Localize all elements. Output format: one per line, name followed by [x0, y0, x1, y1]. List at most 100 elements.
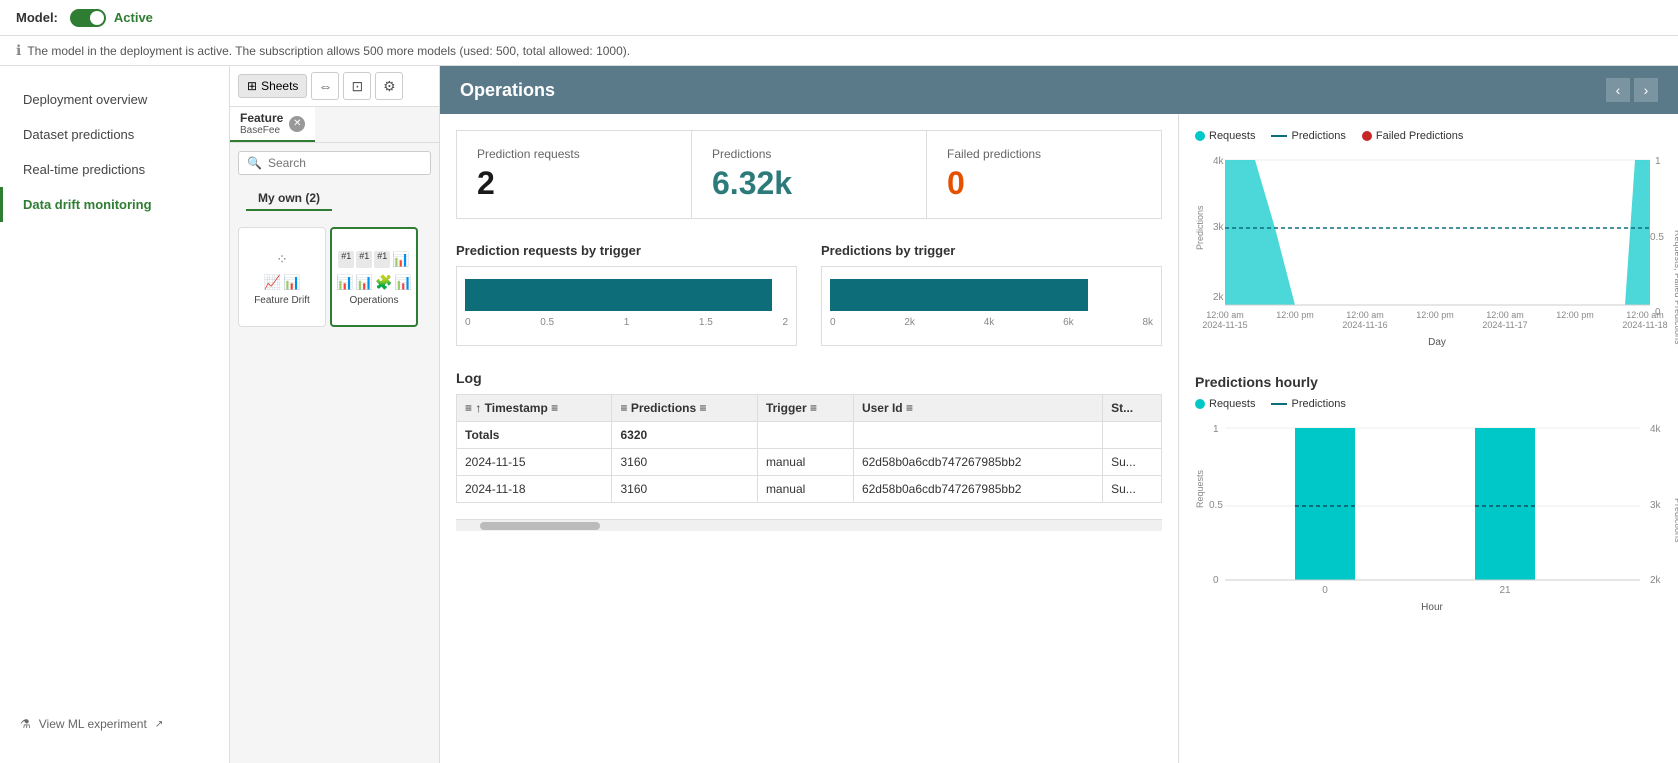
- settings-icon[interactable]: ⚙: [375, 72, 403, 100]
- sidebar-item-dataset-predictions[interactable]: Dataset predictions: [0, 117, 229, 152]
- time-series-svg-container: 4k 3k 2k 1 0.5 0 Predictions Requests, F…: [1195, 150, 1662, 350]
- svg-text:2024-11-15: 2024-11-15: [1202, 320, 1247, 330]
- predictions-hourly-chart: Predictions hourly Requests Predictions: [1195, 374, 1662, 628]
- row1-predictions: 3160: [612, 449, 757, 476]
- operations-title: Operations: [460, 80, 555, 101]
- info-bar: ℹ The model in the deployment is active.…: [0, 36, 1678, 66]
- requests-by-trigger-chart: 00.511.52: [456, 266, 797, 346]
- bar-icon-1: 📊: [392, 251, 409, 268]
- view-ml-experiment-link[interactable]: ⚗ View ML experiment ↗: [0, 701, 229, 747]
- requests-dot: [1195, 131, 1205, 141]
- predictions-line: [1271, 135, 1287, 137]
- feature-tab[interactable]: Feature BaseFee ✕: [230, 107, 315, 142]
- hourly-requests-dot: [1195, 399, 1205, 409]
- failed-predictions-label: Failed predictions: [947, 147, 1141, 161]
- model-label: Model:: [16, 10, 58, 25]
- sheets-toolbar: ⊞ Sheets ⇔ ⊡ ⚙: [230, 66, 439, 107]
- time-series-chart: Requests Predictions Failed Predictions: [1195, 130, 1662, 350]
- scroll-thumb[interactable]: [480, 522, 600, 530]
- requests-bar: [465, 279, 772, 311]
- svg-text:12:00 am: 12:00 am: [1626, 310, 1664, 320]
- svg-text:Requests: Requests: [1195, 469, 1205, 508]
- svg-text:0.5: 0.5: [1650, 232, 1664, 243]
- svg-text:Day: Day: [1428, 337, 1446, 348]
- sidebar-item-data-drift-monitoring[interactable]: Data drift monitoring: [0, 187, 229, 222]
- bar-icon-4: 📊: [394, 274, 411, 291]
- sidebar-item-deployment-overview[interactable]: Deployment overview: [0, 82, 229, 117]
- next-arrow[interactable]: ›: [1634, 78, 1658, 102]
- col-predictions[interactable]: ≡ Predictions ≡: [612, 395, 757, 422]
- row2-status: Su...: [1103, 476, 1162, 503]
- col-userid[interactable]: User Id ≡: [853, 395, 1102, 422]
- toggle-track[interactable]: [70, 9, 106, 27]
- hourly-requests-label: Requests: [1209, 398, 1255, 410]
- failed-dot: [1362, 131, 1372, 141]
- info-icon: ℹ: [16, 42, 21, 59]
- svg-text:0: 0: [1213, 575, 1219, 586]
- operations-left: Prediction requests 2 Predictions 6.32k …: [440, 114, 1178, 763]
- model-toggle[interactable]: [70, 9, 106, 27]
- failed-legend-label: Failed Predictions: [1376, 130, 1463, 142]
- svg-text:Predictions: Predictions: [1673, 498, 1678, 543]
- scatter-icon: ⁘: [276, 251, 288, 268]
- legend-requests: Requests: [1195, 130, 1255, 142]
- feature-tab-title: Feature: [240, 111, 283, 125]
- svg-text:2k: 2k: [1650, 575, 1662, 586]
- header-nav: ‹ ›: [1606, 78, 1658, 102]
- row2-userid: 62d58b0a6cdb747267985bb2: [853, 476, 1102, 503]
- search-input[interactable]: [268, 156, 422, 170]
- prev-arrow[interactable]: ‹: [1606, 78, 1630, 102]
- log-totals-row: Totals 6320: [457, 422, 1162, 449]
- sheets-panel: ⊞ Sheets ⇔ ⊡ ⚙ Feature BaseFee ✕ 🔍 My o: [230, 66, 440, 763]
- sidebar: Deployment overview Dataset predictions …: [0, 66, 230, 763]
- top-bar: Model: Active: [0, 0, 1678, 36]
- svg-text:12:00 am: 12:00 am: [1346, 310, 1384, 320]
- sidebar-item-realtime-predictions[interactable]: Real-time predictions: [0, 152, 229, 187]
- requests-axis: 00.511.52: [465, 315, 788, 330]
- operations-label: Operations: [346, 291, 403, 310]
- col-trigger[interactable]: Trigger ≡: [757, 395, 853, 422]
- failed-predictions-card: Failed predictions 0: [927, 131, 1161, 218]
- feature-drift-label: Feature Drift: [250, 291, 314, 310]
- badge-2: #1: [356, 251, 372, 268]
- operations-card[interactable]: #1 #1 #1 📊 📊 📊 🧩 📊 Operations: [330, 227, 418, 327]
- sheets-button[interactable]: ⊞ Sheets: [238, 74, 307, 98]
- feature-drift-card[interactable]: ⁘ 📈 📊 Feature Drift: [238, 227, 326, 327]
- svg-text:21: 21: [1499, 585, 1511, 596]
- predictions-by-trigger-section: Predictions by trigger 02k4k6k8k: [821, 243, 1162, 346]
- content-header: Operations ‹ ›: [440, 66, 1678, 114]
- svg-text:2024-11-17: 2024-11-17: [1482, 320, 1527, 330]
- svg-text:Hour: Hour: [1421, 602, 1443, 613]
- badge-3: #1: [374, 251, 390, 268]
- col-timestamp[interactable]: ≡ ↑ Timestamp ≡: [457, 395, 612, 422]
- svg-text:2024-11-16: 2024-11-16: [1342, 320, 1387, 330]
- svg-text:0: 0: [1322, 585, 1328, 596]
- log-row-1: 2024-11-15 3160 manual 62d58b0a6cdb74726…: [457, 449, 1162, 476]
- requests-by-trigger-section: Prediction requests by trigger 00.511.52: [456, 243, 797, 346]
- log-section: Log ≡ ↑ Timestamp ≡ ≡ Predictions ≡ Trig…: [456, 370, 1162, 503]
- predictions-axis: 02k4k6k8k: [830, 315, 1153, 330]
- puzzle-icon: 🧩: [375, 274, 392, 291]
- log-title: Log: [456, 370, 1162, 386]
- svg-text:2024-11-18: 2024-11-18: [1622, 320, 1667, 330]
- horizontal-scrollbar[interactable]: [456, 519, 1162, 531]
- layout-icon[interactable]: ⊡: [343, 72, 371, 100]
- hourly-bar-0: [1295, 428, 1355, 580]
- requests-legend-label: Requests: [1209, 130, 1255, 142]
- hourly-predictions-line: [1271, 403, 1287, 405]
- close-icon[interactable]: ✕: [289, 116, 305, 132]
- operations-right: Requests Predictions Failed Predictions: [1178, 114, 1678, 763]
- col-status[interactable]: St...: [1103, 395, 1162, 422]
- svg-text:12:00 pm: 12:00 pm: [1556, 310, 1594, 320]
- hourly-svg: 1 0.5 0 4k 3k 2k Requests Predictions: [1195, 418, 1662, 628]
- totals-label: Totals: [457, 422, 612, 449]
- row1-trigger: manual: [757, 449, 853, 476]
- hourly-predictions-label: Predictions: [1291, 398, 1345, 410]
- svg-text:Predictions: Predictions: [1195, 205, 1205, 250]
- expand-icon[interactable]: ⇔: [311, 72, 339, 100]
- svg-text:3k: 3k: [1213, 222, 1225, 233]
- row2-trigger: manual: [757, 476, 853, 503]
- predictions-value: 6.32k: [712, 165, 906, 202]
- predictions-hourly-title: Predictions hourly: [1195, 374, 1662, 390]
- predictions-label: Predictions: [712, 147, 906, 161]
